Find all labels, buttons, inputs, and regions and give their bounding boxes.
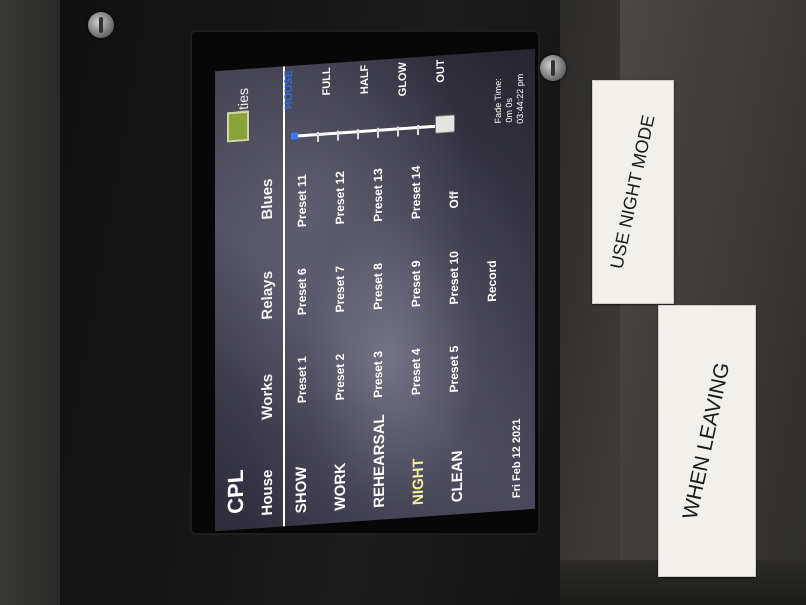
fader-tick: [417, 124, 419, 136]
fade-time-label: Fade Time:: [493, 78, 503, 124]
label-when-leaving: WHEN LEAVING: [658, 305, 756, 577]
preset-14-button[interactable]: Preset 14: [409, 165, 423, 219]
fader-tick: [377, 127, 379, 138]
scene-clean-button[interactable]: CLEAN: [449, 408, 466, 503]
preset-3-button[interactable]: Preset 3: [371, 351, 385, 399]
record-button[interactable]: Record: [485, 260, 499, 302]
tab-blues[interactable]: Blues: [259, 178, 276, 220]
label-night-mode: USE NIGHT MODE: [592, 80, 674, 304]
fader-tick: [317, 131, 319, 143]
preset-13-button[interactable]: Preset 13: [371, 168, 385, 222]
scene-night-button[interactable]: NIGHT: [410, 411, 427, 506]
fader-label-half[interactable]: HALF: [359, 64, 371, 94]
preset-12-button[interactable]: Preset 12: [333, 171, 347, 225]
fader-tick: [397, 126, 399, 137]
screw-icon: [540, 55, 566, 81]
fader-tick: [337, 130, 339, 141]
tab-house[interactable]: House: [259, 469, 276, 516]
preset-6-button[interactable]: Preset 6: [295, 268, 309, 316]
fader-track[interactable]: [297, 123, 447, 138]
preset-11-button[interactable]: Preset 11: [295, 174, 309, 228]
fade-time-value: 0m 0s: [504, 97, 514, 123]
house-fader[interactable]: HOUSE FULL HALF GLOW OUT: [283, 52, 517, 146]
preset-9-button[interactable]: Preset 9: [409, 260, 423, 308]
label-when-leaving-text: WHEN LEAVING: [678, 360, 735, 522]
off-button[interactable]: Off: [447, 191, 461, 209]
tab-bar: House Works Relays Blues Utilities: [227, 66, 285, 529]
scene-rehearsal-button[interactable]: REHEARSAL: [371, 414, 388, 509]
tab-works[interactable]: Works: [259, 373, 276, 420]
fader-top-marker: [291, 132, 298, 140]
preset-7-button[interactable]: Preset 7: [333, 265, 347, 313]
preset-10-button[interactable]: Preset 10: [447, 251, 461, 305]
scene-show-button[interactable]: SHOW: [293, 419, 310, 514]
fader-label-house[interactable]: HOUSE: [283, 70, 295, 110]
fader-label-glow[interactable]: GLOW: [397, 62, 409, 97]
date-display: Fri Feb 12 2021: [511, 418, 523, 499]
scene-list: SHOW WORK REHEARSAL NIGHT CLEAN: [293, 407, 488, 514]
touch-display: CPL House Works Relays Blues Utilities S…: [215, 48, 535, 532]
preset-5-button[interactable]: Preset 5: [447, 345, 461, 393]
preset-4-button[interactable]: Preset 4: [409, 348, 423, 396]
fader-handle[interactable]: [435, 114, 455, 134]
screw-icon: [88, 12, 114, 38]
clock: 03:44:22 pm: [515, 73, 525, 125]
label-night-mode-text: USE NIGHT MODE: [606, 113, 659, 271]
fade-time-readout: Fade Time: 0m 0s: [493, 77, 515, 124]
preset-1-button[interactable]: Preset 1: [295, 356, 309, 404]
tab-relays[interactable]: Relays: [259, 271, 276, 321]
preset-2-button[interactable]: Preset 2: [333, 353, 347, 401]
scene-work-button[interactable]: WORK: [332, 416, 349, 511]
fader-tick: [357, 129, 359, 140]
preset-8-button[interactable]: Preset 8: [371, 263, 385, 311]
fader-label-full[interactable]: FULL: [321, 67, 333, 96]
fader-label-out[interactable]: OUT: [435, 59, 447, 83]
utilities-indicator[interactable]: [227, 110, 249, 143]
app-title: CPL: [223, 468, 248, 515]
